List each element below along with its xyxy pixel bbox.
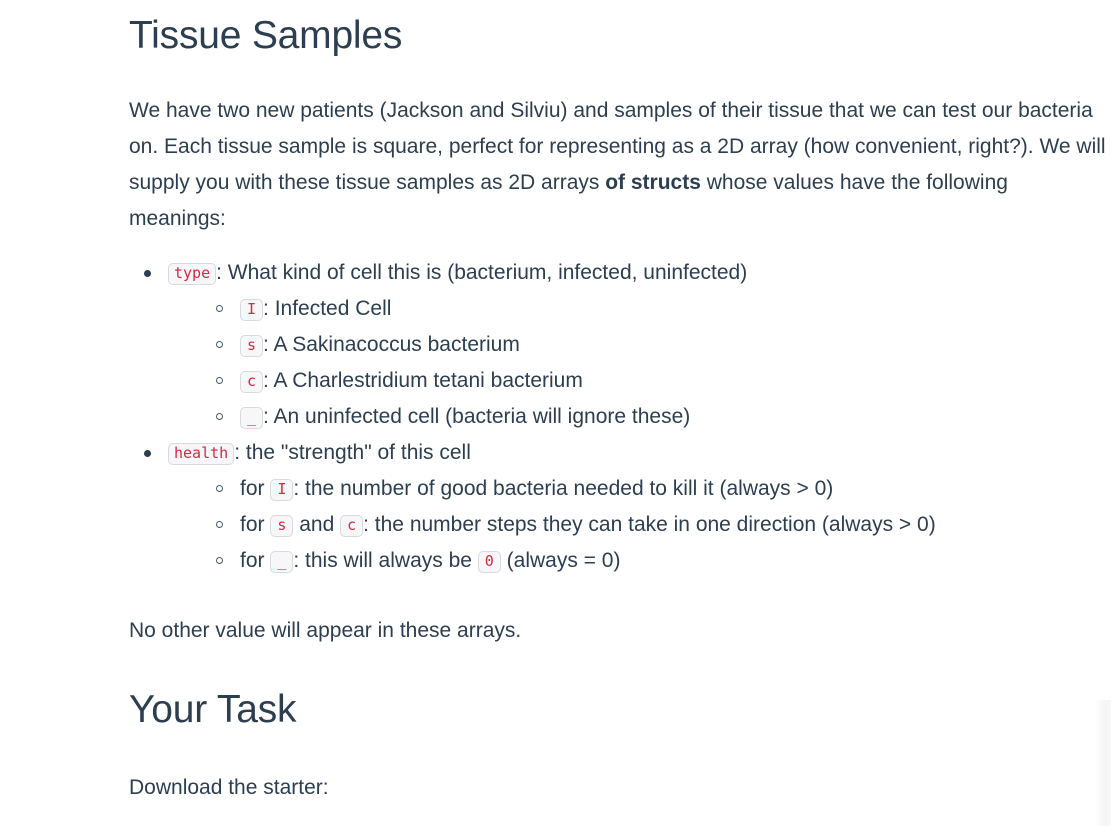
code-badge-c: c [340,514,364,537]
list-item-health-infected: for I: the number of good bacteria neede… [208,471,1107,507]
code-badge-zero: 0 [477,550,501,573]
circle-bullet-icon [216,340,223,348]
code-badge-i: I [270,478,294,501]
type-description: : What kind of cell this is (bacterium, … [216,260,748,284]
type-uninfected-description: : An uninfected cell (bacteria will igno… [263,404,691,428]
health-bacteria-conjunction: and [293,512,341,536]
list-item-type-charlestridium: c: A Charlestridium tetani bacterium [208,363,1107,399]
code-badge-type: type [168,262,217,285]
your-task-title: Your Task [129,687,297,731]
code-badge-s: s [240,334,264,357]
cell-field-list: type: What kind of cell this is (bacteri… [129,237,1107,579]
disc-bullet-icon [144,449,151,457]
health-uninfected-suffix: (always = 0) [500,548,621,572]
code-badge-underscore: _ [240,406,264,429]
health-description: : the "strength" of this cell [234,440,471,464]
health-bacteria-prefix: for [240,512,271,536]
no-other-value-paragraph: No other value will appear in these arra… [129,618,522,642]
health-infected-prefix: for [240,476,271,500]
page-title: Tissue Samples [129,14,403,57]
type-value-list: I: Infected Cell s: A Sakinacoccus bacte… [168,291,1107,435]
download-link-paragraph: the_resistant_strain.c [129,806,1107,826]
code-badge-c: c [240,370,264,393]
health-uninfected-description: : this will always be [293,548,478,572]
type-sakinacoccus-description: : A Sakinacoccus bacterium [263,332,520,356]
code-badge-underscore: _ [270,550,294,573]
type-infected-description: : Infected Cell [263,296,392,320]
health-uninfected-prefix: for [240,548,271,572]
list-item-type-uninfected: _: An uninfected cell (bacteria will ign… [208,399,1107,435]
circle-bullet-icon [216,304,223,312]
code-badge-s: s [270,514,294,537]
health-bacteria-description: : the number steps they can take in one … [363,512,936,536]
health-line: health: the "strength" of this cell [144,435,1107,471]
list-item-type: type: What kind of cell this is (bacteri… [129,255,1107,435]
intro-paragraph: We have two new patients (Jackson and Si… [129,60,1107,237]
code-badge-health: health [168,442,235,465]
circle-bullet-icon [216,484,223,492]
circle-bullet-icon [216,412,223,420]
code-badge-i: I [240,298,264,321]
list-item-health-bacteria: for s and c: the number steps they can t… [208,507,1107,543]
circle-bullet-icon [216,556,223,564]
list-item-health-uninfected: for _: this will always be 0 (always = 0… [208,543,1107,579]
health-value-list: for I: the number of good bacteria neede… [168,471,1107,579]
intro-text-bold: of structs [605,170,701,194]
disc-bullet-icon [144,269,151,277]
download-starter-paragraph: Download the starter: [129,775,329,799]
circle-bullet-icon [216,376,223,384]
type-line: type: What kind of cell this is (bacteri… [144,255,1107,291]
health-infected-description: : the number of good bacteria needed to … [293,476,834,500]
list-item-health: health: the "strength" of this cell for … [129,435,1107,579]
list-item-type-sakinacoccus: s: A Sakinacoccus bacterium [208,327,1107,363]
document-page: Tissue Samples We have two new patients … [0,0,1111,826]
list-item-type-infected: I: Infected Cell [208,291,1107,327]
type-charlestridium-description: : A Charlestridium tetani bacterium [263,368,583,392]
document-content: Tissue Samples We have two new patients … [129,0,1107,826]
circle-bullet-icon [216,520,223,528]
